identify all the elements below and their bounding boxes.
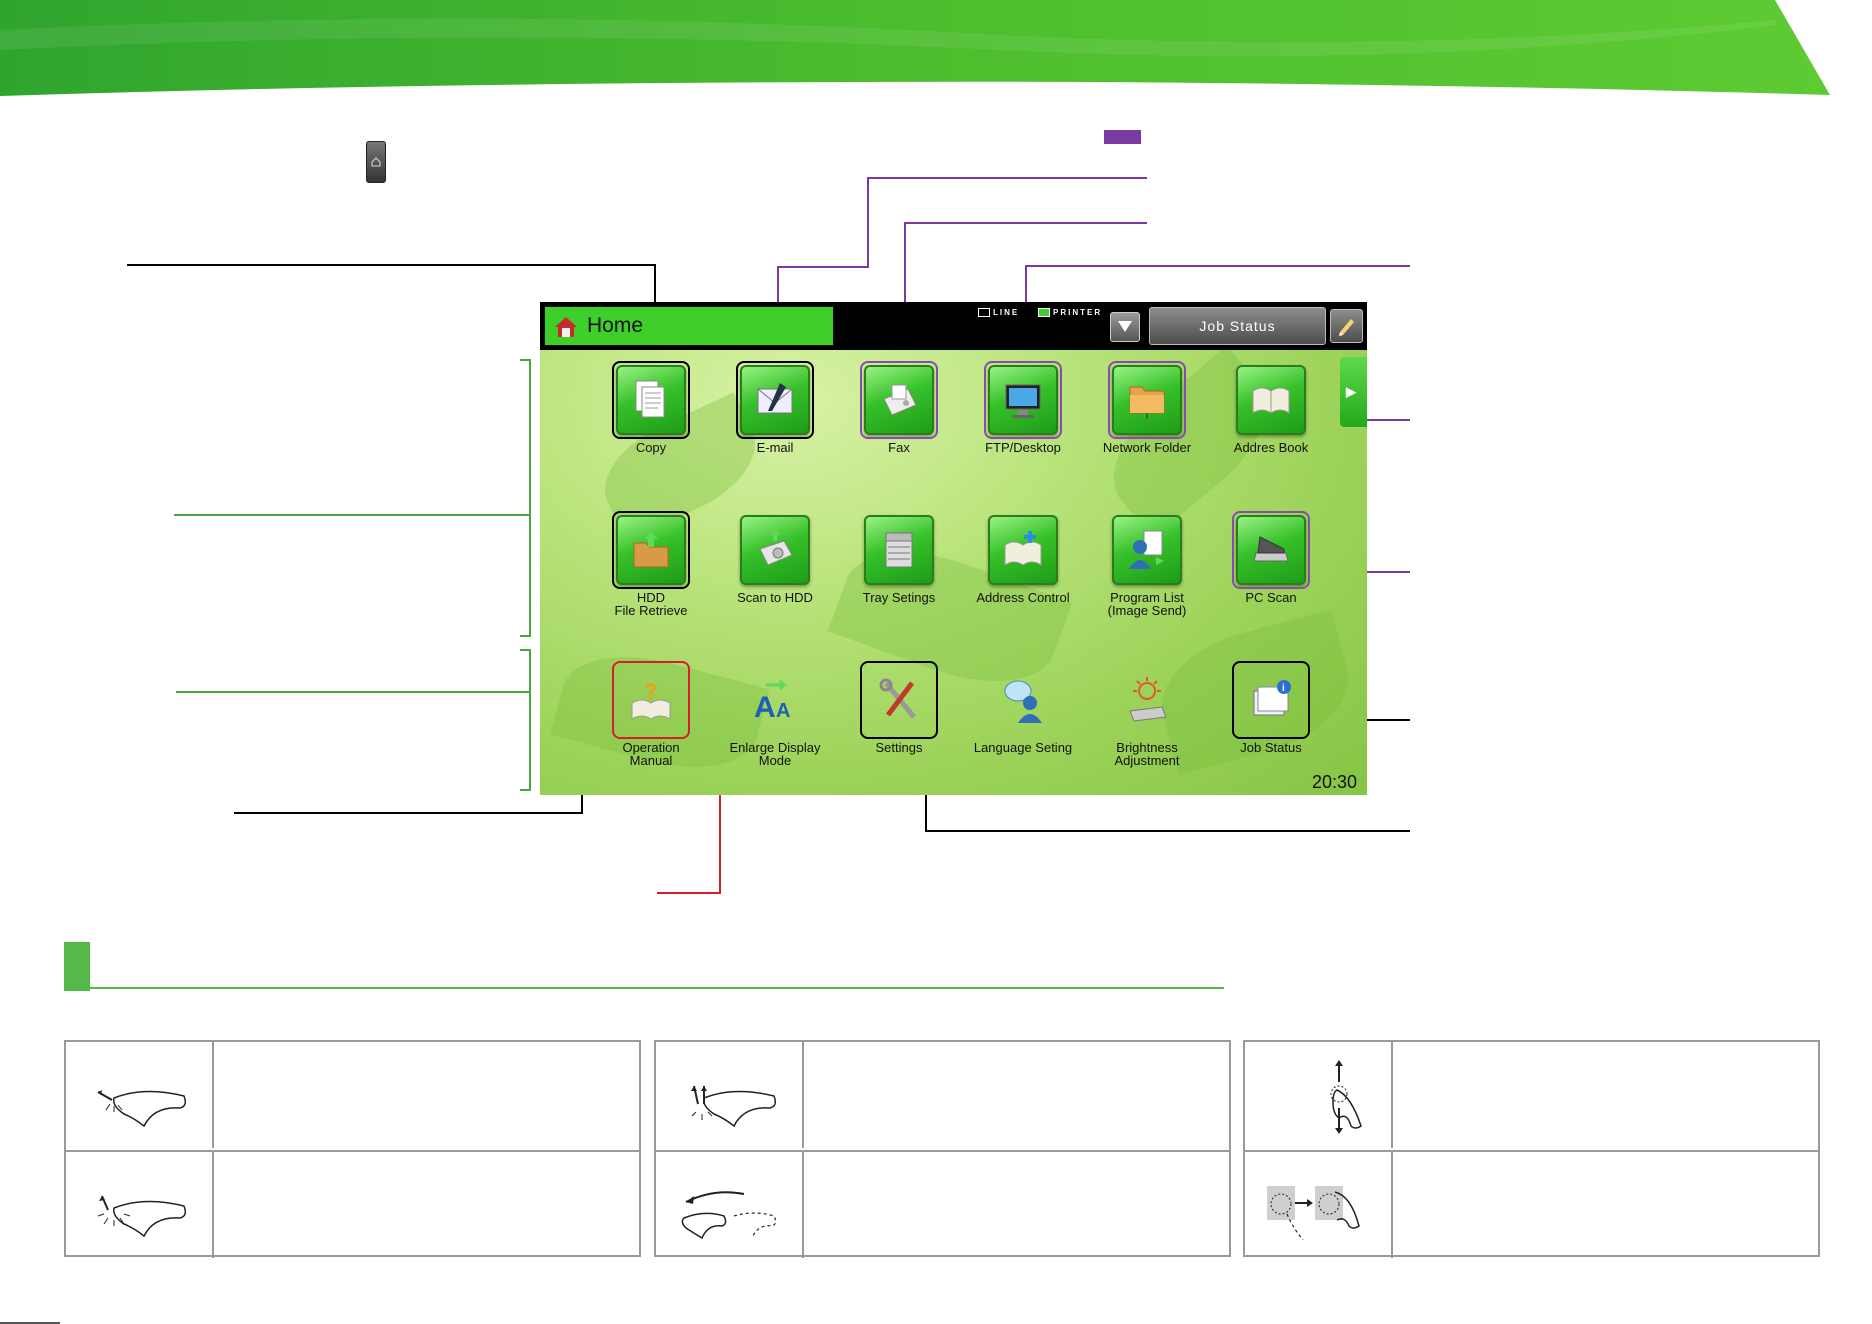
email-icon [757, 383, 793, 414]
pencil-icon [1339, 319, 1354, 336]
double-tap-gesture-icon [691, 1085, 777, 1128]
job-status-button[interactable]: Job Status [1149, 307, 1326, 345]
gesture-row [656, 1042, 1229, 1148]
tray-settings-icon [885, 532, 913, 568]
play-icon: ▶ [1346, 384, 1356, 399]
drag-gesture-icon [1267, 1186, 1360, 1241]
gesture-row [1245, 1150, 1818, 1258]
line-indicator-label: LINE [993, 308, 1020, 317]
home-screen: Home LINE PRINTER Job Status ▶ Copy E-ma… [540, 302, 1367, 795]
app-label: Scan to HDD [737, 590, 813, 605]
section-divider [64, 987, 1224, 989]
app-label: PC Scan [1245, 590, 1297, 605]
app-fax[interactable]: Fax [844, 361, 954, 455]
tap-gesture-icon [97, 1090, 187, 1128]
printer-indicator: PRINTER [1038, 308, 1103, 318]
chevron-down-icon [1118, 321, 1132, 332]
app-settings[interactable]: Settings [844, 661, 954, 755]
app-brightness-adjustment[interactable]: Brightness Adjustment [1092, 665, 1202, 767]
dropdown-button[interactable] [1110, 312, 1140, 342]
gesture-row [656, 1150, 1229, 1258]
flick-gesture-icon [681, 1191, 777, 1240]
app-job-status[interactable]: i Job Status [1216, 661, 1326, 755]
language-setting-icon [1004, 680, 1042, 723]
app-label: Brightness Adjustment [1114, 740, 1180, 768]
app-copy[interactable]: Copy [596, 361, 706, 455]
scroll-gesture-icon [1330, 1060, 1362, 1134]
printer-indicator-label: PRINTER [1053, 308, 1103, 317]
app-language-setting[interactable]: Language Seting [968, 665, 1078, 754]
app-label: Job Status [1240, 740, 1302, 755]
app-operation-manual[interactable]: ? Operation Manual [596, 661, 706, 768]
house-icon [555, 317, 577, 337]
address-book-icon [1252, 387, 1290, 414]
gesture-row [66, 1150, 639, 1258]
app-label: E-mail [756, 440, 794, 455]
clock: 20:30 [1312, 772, 1358, 792]
hdd-file-retrieve-icon [633, 531, 669, 568]
app-program-list[interactable]: Program List (Image Send) [1092, 515, 1202, 617]
svg-text:?: ? [644, 679, 657, 704]
scan-to-hdd-icon [759, 529, 793, 566]
app-hdd-file-retrieve[interactable]: HDD File Retrieve [596, 511, 706, 618]
screen-title: Home [587, 314, 644, 337]
app-address-control[interactable]: Address Control [968, 515, 1078, 604]
side-panel-tab[interactable]: ▶ [1340, 357, 1367, 427]
app-enlarge-display-mode[interactable]: AA Enlarge Display Mode [720, 665, 830, 767]
app-ftp-desktop[interactable]: FTP/Desktop [968, 361, 1078, 455]
app-network-folder[interactable]: Network Folder [1092, 361, 1202, 455]
svg-text:A: A [754, 691, 776, 723]
app-address-book[interactable]: Addres Book [1216, 365, 1326, 454]
app-label: Addres Book [1233, 440, 1309, 455]
app-label: Tray Setings [862, 590, 936, 605]
brightness-icon [1129, 677, 1167, 722]
app-label: Settings [875, 740, 923, 755]
gesture-table-1 [64, 1040, 641, 1258]
gesture-table-2 [654, 1040, 1231, 1258]
line-indicator: LINE [978, 308, 1020, 318]
gesture-table-3 [1243, 1040, 1820, 1258]
app-label: Enlarge Display Mode [729, 740, 821, 768]
gesture-row [66, 1042, 639, 1148]
app-tray-settings[interactable]: Tray Setings [844, 515, 954, 604]
network-folder-icon [1129, 386, 1165, 419]
app-label: Address Control [976, 590, 1070, 605]
copy-icon [635, 380, 665, 418]
app-label: FTP/Desktop [985, 440, 1061, 455]
enlarge-display-icon: AA [754, 679, 790, 723]
pc-scan-icon [1253, 536, 1289, 562]
svg-text:A: A [776, 700, 790, 722]
gesture-row [1245, 1042, 1818, 1148]
app-scan-to-hdd[interactable]: Scan to HDD [720, 515, 830, 604]
app-label: Language Seting [973, 740, 1073, 755]
section-marker [64, 942, 90, 991]
ftp-desktop-icon [1005, 384, 1041, 418]
fax-icon [883, 384, 917, 416]
app-label: Network Folder [1102, 440, 1192, 455]
app-label: HDD File Retrieve [614, 590, 688, 618]
long-press-gesture-icon [97, 1195, 187, 1238]
address-control-icon [1004, 531, 1042, 566]
operation-manual-icon: ? [631, 679, 671, 720]
settings-icon [879, 678, 916, 719]
app-pc-scan[interactable]: PC Scan [1216, 511, 1326, 605]
program-list-icon [1129, 530, 1164, 569]
home-tab[interactable]: Home [544, 306, 834, 346]
svg-text:i: i [1282, 683, 1285, 694]
app-email[interactable]: E-mail [720, 361, 830, 455]
job-status-icon: i [1253, 680, 1291, 716]
app-label: Copy [635, 440, 667, 455]
app-label: Program List (Image Send) [1107, 590, 1187, 618]
shortcut-button[interactable] [1330, 309, 1363, 343]
app-label: Operation Manual [622, 740, 680, 768]
app-label: Fax [888, 440, 910, 455]
